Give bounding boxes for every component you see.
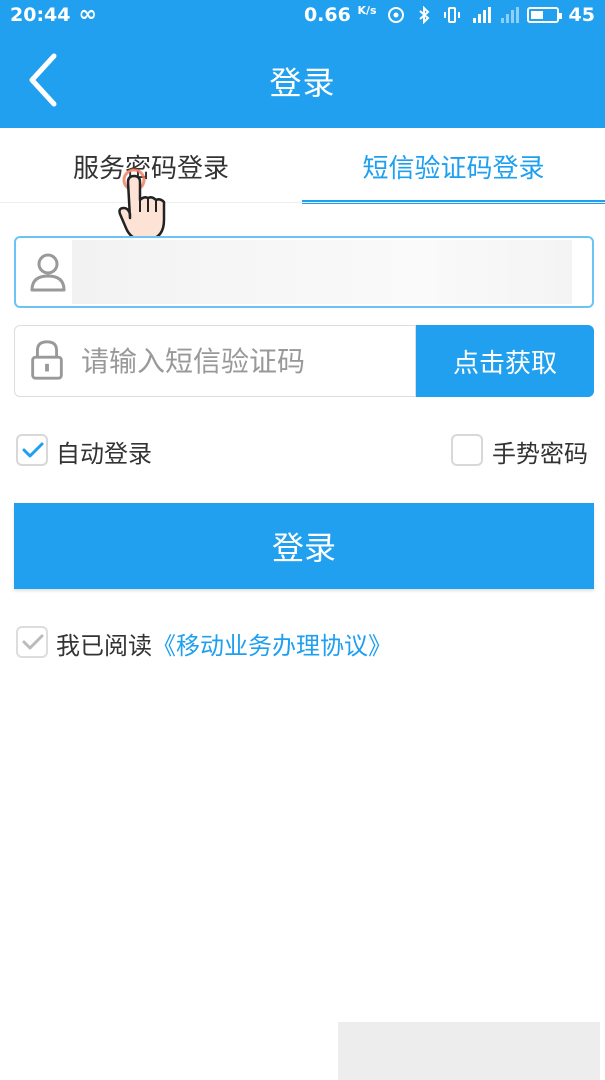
- status-time: 20:44: [10, 4, 71, 26]
- agreement-checkbox[interactable]: [16, 626, 48, 658]
- user-icon: [30, 253, 66, 292]
- gesture-password-label: 手势密码: [492, 440, 588, 468]
- battery-icon: [526, 7, 562, 23]
- signal-4g-icon: [471, 6, 491, 24]
- login-tabs: 服务密码登录 短信验证码登录: [0, 128, 605, 204]
- checkmark-icon: [22, 634, 44, 650]
- login-button[interactable]: 登录: [14, 503, 594, 589]
- network-speed: 0.66 K/s: [303, 4, 377, 26]
- get-code-button[interactable]: 点击获取: [416, 325, 594, 397]
- auto-login-checkbox[interactable]: [16, 434, 48, 466]
- hand-pointer-icon: [118, 168, 166, 242]
- gesture-password-checkbox[interactable]: [451, 434, 483, 466]
- agreement-text: 我已阅读《移动业务办理协议》: [56, 626, 392, 661]
- signal-weak-icon: [499, 6, 519, 24]
- battery-level: 45: [568, 4, 595, 26]
- agreement-link[interactable]: 《移动业务办理协议》: [152, 632, 392, 660]
- phone-number-field[interactable]: [14, 236, 594, 308]
- phone-number-blurred: [72, 240, 572, 304]
- page-title: 登录: [269, 64, 336, 102]
- status-bar: 20:44 ∞ 0.66 K/s 45: [0, 0, 605, 34]
- agreement-prefix: 我已阅读: [56, 632, 152, 660]
- infinity-icon: ∞: [78, 2, 97, 27]
- tabs-divider: [0, 202, 605, 203]
- vibrate-icon: [443, 6, 461, 24]
- tab-sms-login[interactable]: 短信验证码登录: [302, 128, 605, 204]
- auto-login-label: 自动登录: [56, 440, 152, 468]
- lock-icon: [31, 340, 63, 380]
- sms-code-field: [14, 325, 416, 397]
- bluetooth-icon: [415, 5, 433, 25]
- sms-code-input[interactable]: [81, 338, 401, 384]
- hotspot-icon: [387, 6, 405, 24]
- watermark-overlay: [338, 1022, 600, 1080]
- checkmark-icon: [22, 442, 44, 458]
